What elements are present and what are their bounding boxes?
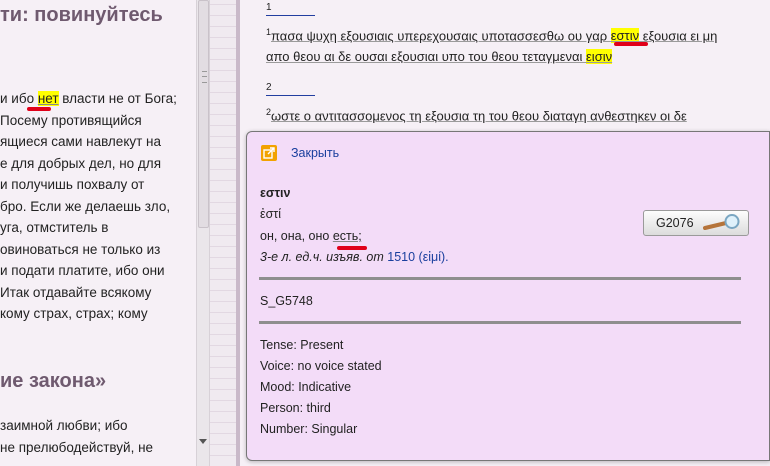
vertical-scrollbar[interactable] <box>196 0 210 466</box>
red-underline-mark <box>27 107 51 111</box>
text-line: уга, отмститель в <box>0 220 109 235</box>
divider <box>259 277 741 280</box>
left-paragraph-bottom: заимной любви; ибо не прелюбодействуй, н… <box>0 416 196 459</box>
text-line: и получишь похвалу от <box>0 177 145 192</box>
text-line: е для добрых дел, но для <box>0 155 161 171</box>
magnifier-icon <box>703 214 740 230</box>
verse-text: 1πασα ψυχη εξουσιαις υπερεχουσαις υποτασ… <box>266 27 718 65</box>
decorative-border <box>210 0 237 466</box>
mood: Mood: Indicative <box>260 380 352 394</box>
text-line: Итак отдавайте всякому <box>0 284 152 300</box>
text-line: и подати платите, ибо они <box>0 263 165 278</box>
left-text-pane: ти: повинуйтесь и ибо нет власти не от Б… <box>0 0 196 466</box>
text-line: не прелюбодействуй, не <box>0 439 154 455</box>
section-heading-top: ти: повинуйтесь <box>0 4 163 26</box>
close-button[interactable]: Закрыть <box>261 145 339 161</box>
left-paragraph: и ибо нет власти не от Бога; Посему прот… <box>0 89 196 326</box>
red-underline-mark <box>614 42 648 46</box>
strong-number-label: G2076 <box>656 216 694 230</box>
section-heading-bottom: ие закона» <box>0 370 107 392</box>
number: Number: Singular <box>260 422 358 436</box>
divider <box>259 321 741 324</box>
tense: Tense: Present <box>260 338 344 352</box>
voice: Voice: no voice stated <box>260 359 382 373</box>
strong-number-button[interactable]: G2076 <box>643 210 749 236</box>
text-line: кому страх, страх; кому <box>0 306 148 321</box>
scrollbar-thumb[interactable] <box>198 0 209 228</box>
scroll-down-arrow-icon[interactable] <box>199 439 207 444</box>
word-title: εστιν <box>260 186 291 200</box>
text-line: овиноваться не только из <box>0 241 161 257</box>
morph-code: S_G5748 <box>260 294 313 308</box>
grammar-info: 3-е л. ед.ч. изъяв. от 1510 (εἰμί). <box>260 250 449 264</box>
text-line: бро. Если же делаешь зло, <box>0 198 171 214</box>
text-line: ящиеся сами навлекут на <box>0 134 162 149</box>
lemma: ἐστί <box>260 207 282 221</box>
verse-number[interactable]: 2 <box>266 82 315 96</box>
highlighted-word[interactable]: нет <box>37 91 59 106</box>
verse-number[interactable]: 1 <box>266 2 315 16</box>
external-link-icon <box>261 145 277 161</box>
translation: он, она, оно есть; <box>260 229 362 243</box>
lemma-link[interactable]: 1510 (εἰμί). <box>387 250 448 264</box>
close-label[interactable]: Закрыть <box>291 146 339 160</box>
text-line: Посему противящийся <box>0 112 142 128</box>
text-line: заимной любви; ибо <box>0 418 128 433</box>
word-info-popup: Закрыть εστιν ἐστί он, она, оно есть; 3-… <box>246 131 770 461</box>
highlighted-greek-word[interactable]: εισιν <box>586 49 613 65</box>
verse-text: 2ωστε ο αντιτασσομενος τη εξουσια τη του… <box>266 107 687 124</box>
grip-icon <box>202 71 207 83</box>
translation-word: есть; <box>332 229 362 243</box>
person: Person: third <box>260 401 331 415</box>
